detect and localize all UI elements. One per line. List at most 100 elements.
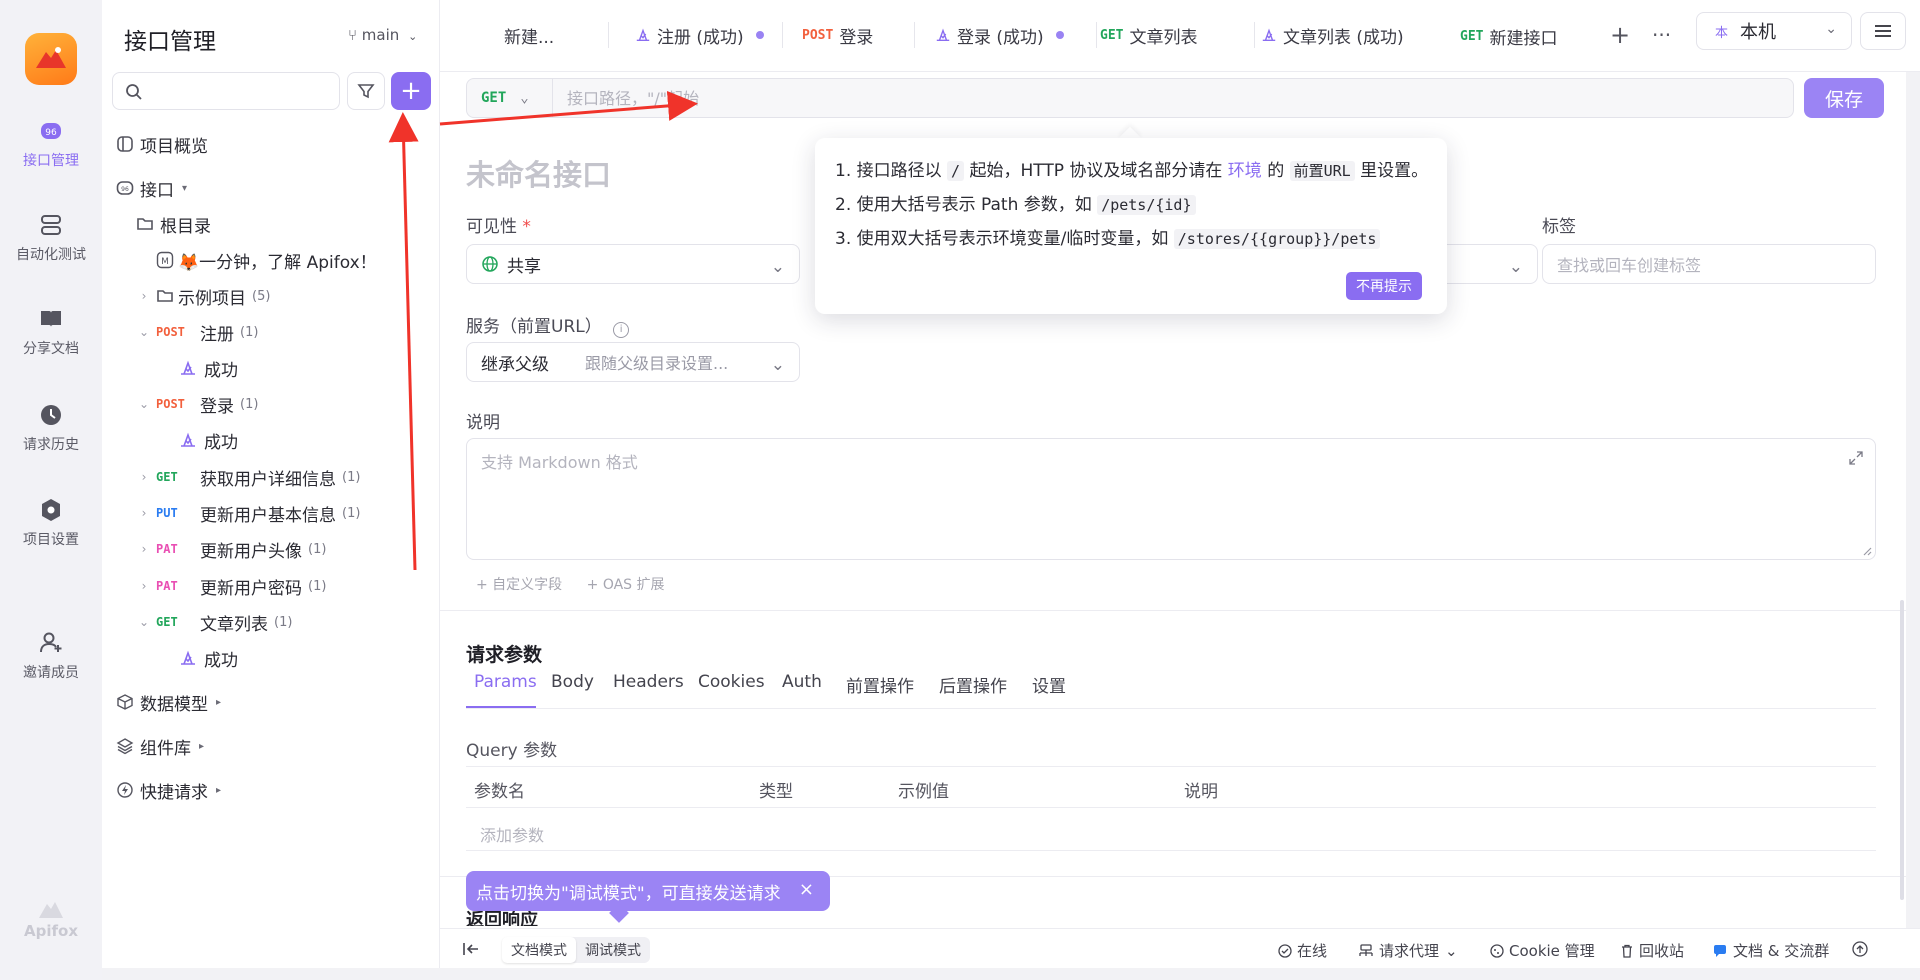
dont-show-again-button[interactable]: 不再提示 [1346,272,1422,300]
cookie-manager[interactable]: Cookie 管理 [1490,940,1595,961]
sidebar-search[interactable] [112,72,340,110]
chevron-down-icon: ⌄ [408,30,418,43]
doc-mode-button[interactable]: 文档模式 [502,937,576,963]
tab-headers[interactable]: Headers [613,672,684,692]
tree-item-intro-doc[interactable]: M 🦊一分钟，了解 Apifox！ [156,244,377,276]
visibility-label: 可见性 * [466,212,531,237]
tree-item-register-success[interactable]: 成功 [178,352,238,384]
tree-label: 成功 [204,650,238,671]
rail-item-project-settings[interactable]: 项目设置 [0,497,102,549]
tree-item-components[interactable]: 组件库 ▸ [116,730,204,762]
filter-button[interactable] [347,72,385,110]
tab-login[interactable]: POST 登录 [802,18,873,52]
trash-label: 回收站 [1639,942,1685,960]
tab-divider [1254,22,1255,48]
collapse-sidebar-icon[interactable] [462,941,480,957]
tab-login-success[interactable]: 登录 (成功) [934,18,1064,52]
tab-label: 文章列表 (成功) [1283,27,1404,48]
menu-button[interactable] [1860,12,1906,50]
branch-selector[interactable]: ⑂ main ⌄ [348,26,417,44]
rail-item-history[interactable]: 请求历史 [0,402,102,454]
tab-pre-processors[interactable]: 前置操作 [846,672,914,697]
add-button[interactable]: + [391,72,431,110]
url-input[interactable] [553,79,1793,117]
tags-input[interactable]: 查找或回车创建标签 [1542,244,1876,284]
tab-divider [1096,22,1097,48]
tab-article-list[interactable]: GET 文章列表 [1100,18,1197,52]
add-param-row[interactable]: 添加参数 [480,822,544,846]
tree-count: (1) [342,505,361,521]
tip-code: /pets/{id} [1097,195,1196,215]
rail-item-automation[interactable]: 自动化测试 [0,212,102,264]
tree-item-update-avatar[interactable]: › PAT 更新用户头像 (1) [136,533,327,565]
tree-item-sample-project[interactable]: › 示例项目 (5) [136,280,271,312]
custom-field-link[interactable]: + 自定义字段 [476,577,562,593]
api-name-input[interactable]: 未命名接口 [466,152,611,194]
tab-bar: 新建... 注册 (成功) POST 登录 登录 (成功) GET 文章列表 文… [440,0,1920,72]
expand-icon[interactable] [1849,451,1863,465]
trash-bin[interactable]: 回收站 [1620,940,1684,961]
tab-new-ellipsis[interactable]: 新建... [504,18,554,52]
tip-text: 的 [1267,161,1285,181]
method-select[interactable]: GET ⌄ [467,79,553,117]
tab-divider [914,22,915,48]
tab-cookies[interactable]: Cookies [698,672,765,692]
debug-mode-button[interactable]: 调试模式 [576,937,650,963]
tree-item-root[interactable]: 根目录 [136,208,211,240]
tab-new-api[interactable]: GET 新建接口 [1450,16,1568,56]
method-badge: PAT [156,542,178,556]
save-button[interactable]: 保存 [1804,78,1884,118]
proxy-icon [1359,943,1373,956]
tree-item-get-user[interactable]: › GET 获取用户详细信息 (1) [136,461,361,493]
tree-item-quick-request[interactable]: 快捷请求 ▸ [116,774,221,806]
service-select[interactable]: 继承父级 跟随父级目录设置... ⌄ [466,342,800,382]
more-tabs-button[interactable]: ··· [1652,18,1671,52]
method-value: GET [481,90,507,106]
rail-item-share-docs[interactable]: 分享文档 [0,306,102,358]
globe-icon [482,256,498,272]
plus-icon: + [400,76,422,106]
rail-item-invite[interactable]: 邀请成员 [0,630,102,682]
new-tab-button[interactable]: + [1610,18,1630,52]
tree-item-update-user[interactable]: › PUT 更新用户基本信息 (1) [136,497,361,529]
tab-settings[interactable]: 设置 [1032,672,1066,697]
oas-extension-link[interactable]: + OAS 扩展 [587,577,665,593]
tab-register-success[interactable]: 注册 (成功) [634,18,764,52]
tab-auth[interactable]: Auth [782,672,822,692]
tree-item-update-password[interactable]: › PAT 更新用户密码 (1) [136,570,327,602]
scroll-top-icon[interactable] [1852,941,1868,957]
method-badge: GET [156,615,178,629]
tree-item-api[interactable]: 96 接口 ▾ [116,172,187,204]
tree-item-register[interactable]: ⌄ POST 注册 (1) [136,316,258,348]
tree-label: 注册 [200,324,234,345]
tab-params[interactable]: Params [474,672,537,692]
tab-post-processors[interactable]: 后置操作 [939,672,1007,697]
status-select[interactable]: ⌄ [1440,244,1538,284]
description-textarea[interactable]: 支持 Markdown 格式 [466,438,1876,560]
environment-select[interactable]: 本 本机 ⌄ [1696,12,1852,50]
rail-item-api-management[interactable]: 96 接口管理 [0,118,102,170]
apifox-logo[interactable] [25,33,77,85]
main-scrollbar[interactable] [1900,600,1904,900]
tip-text: 3. 使用双大括号表示环境变量/临时变量，如 [835,229,1169,249]
method-badge: POST [156,397,185,411]
tab-article-list-success[interactable]: 文章列表 (成功) [1260,18,1404,52]
close-icon[interactable]: × [799,879,814,900]
request-proxy[interactable]: 请求代理 ⌄ [1358,940,1458,961]
tree-item-overview[interactable]: 项目概览 [116,128,208,160]
resize-handle-icon[interactable] [1862,546,1872,556]
tab-body[interactable]: Body [551,672,594,692]
tree-item-login[interactable]: ⌄ POST 登录 (1) [136,388,258,420]
tree-item-login-success[interactable]: 成功 [178,424,238,456]
tree-item-article-success[interactable]: 成功 [178,642,238,674]
markdown-icon: M [156,251,174,269]
docs-community[interactable]: 文档 & 交流群 [1712,940,1829,961]
online-label: 在线 [1297,942,1328,960]
visibility-select[interactable]: 共享 ⌄ [466,244,800,284]
tree-item-article-list[interactable]: ⌄ GET 文章列表 (1) [136,606,292,638]
tree-item-data-models[interactable]: 数据模型 ▸ [116,686,221,718]
online-status[interactable]: 在线 [1278,940,1327,961]
tree-count: (1) [308,578,327,594]
url-bar: GET ⌄ [466,78,1794,118]
environment-link[interactable]: 环境 [1228,161,1262,181]
